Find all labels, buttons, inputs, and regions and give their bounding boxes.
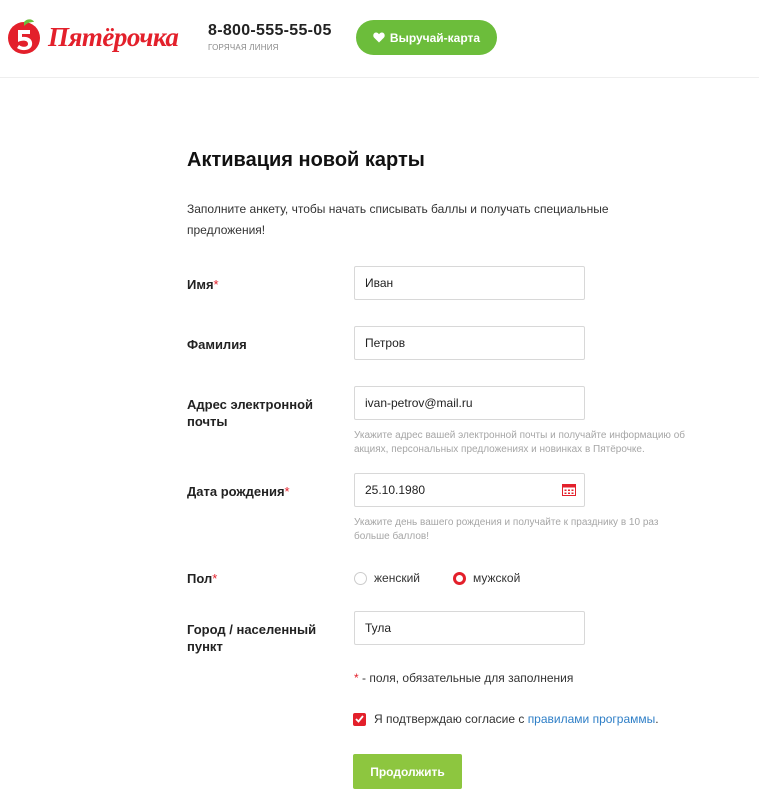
site-header: Пятёрочка 8-800-555-55-05 ГОРЯЧАЯ ЛИНИЯ …	[0, 0, 759, 78]
gender-option-male-label: мужской	[473, 571, 521, 585]
hotline-caption: ГОРЯЧАЯ ЛИНИЯ	[208, 43, 279, 52]
required-marker: *	[354, 671, 359, 685]
birth-date-input[interactable]	[354, 473, 585, 507]
last-name-input[interactable]	[354, 326, 585, 360]
city-input[interactable]	[354, 611, 585, 645]
logo-mark-icon	[8, 19, 40, 54]
hotline: 8-800-555-55-05 ГОРЯЧАЯ ЛИНИЯ	[208, 22, 332, 52]
first-name-label: Имя*	[187, 277, 219, 292]
logo-text: Пятёрочка	[48, 22, 179, 52]
program-rules-link[interactable]: правилами программы	[528, 712, 656, 726]
calendar-icon[interactable]	[562, 483, 576, 496]
checkmark-icon	[355, 715, 364, 723]
gender-option-female-label: женский	[374, 571, 420, 585]
consent-text: Я подтверждаю согласие с правилами прогр…	[374, 712, 659, 726]
logo[interactable]: Пятёрочка	[6, 19, 186, 55]
page-title: Активация новой карты	[187, 149, 425, 171]
gender-option-male[interactable]: мужской	[453, 571, 520, 585]
radio-checked[interactable]	[453, 571, 466, 585]
city-label: Город / населенный пункт	[187, 622, 317, 654]
consent-row: Я подтверждаю согласие с правилами прогр…	[353, 712, 659, 726]
email-label: Адрес электронной почты	[187, 397, 314, 429]
heart-icon	[373, 32, 385, 43]
hotline-phone[interactable]: 8-800-555-55-05	[208, 22, 332, 40]
birth-date-hint: Укажите день вашего рождения и получайте…	[354, 517, 659, 542]
loyalty-card-button-label: Выручай-карта	[389, 30, 481, 45]
form-intro: Заполните анкету, чтобы начать списывать…	[187, 202, 609, 237]
radio-unchecked[interactable]	[354, 571, 367, 585]
email-hint: Укажите адрес вашей электронной почты и …	[354, 430, 686, 455]
loyalty-card-button[interactable]: Выручай-карта	[356, 20, 497, 55]
continue-button[interactable]: Продолжить	[353, 754, 462, 789]
required-marker: *	[213, 277, 219, 292]
email-input[interactable]	[354, 386, 585, 420]
gender-option-female[interactable]: женский	[354, 571, 420, 585]
consent-checkbox[interactable]	[353, 712, 366, 726]
gender-label: Пол*	[187, 571, 218, 586]
birth-date-label: Дата рождения*	[187, 484, 290, 499]
required-marker: *	[284, 484, 290, 499]
last-name-label: Фамилия	[187, 337, 247, 352]
required-marker: *	[212, 571, 218, 586]
required-fields-note: * - поля, обязательные для заполнения	[354, 671, 574, 685]
first-name-input[interactable]	[354, 266, 585, 300]
